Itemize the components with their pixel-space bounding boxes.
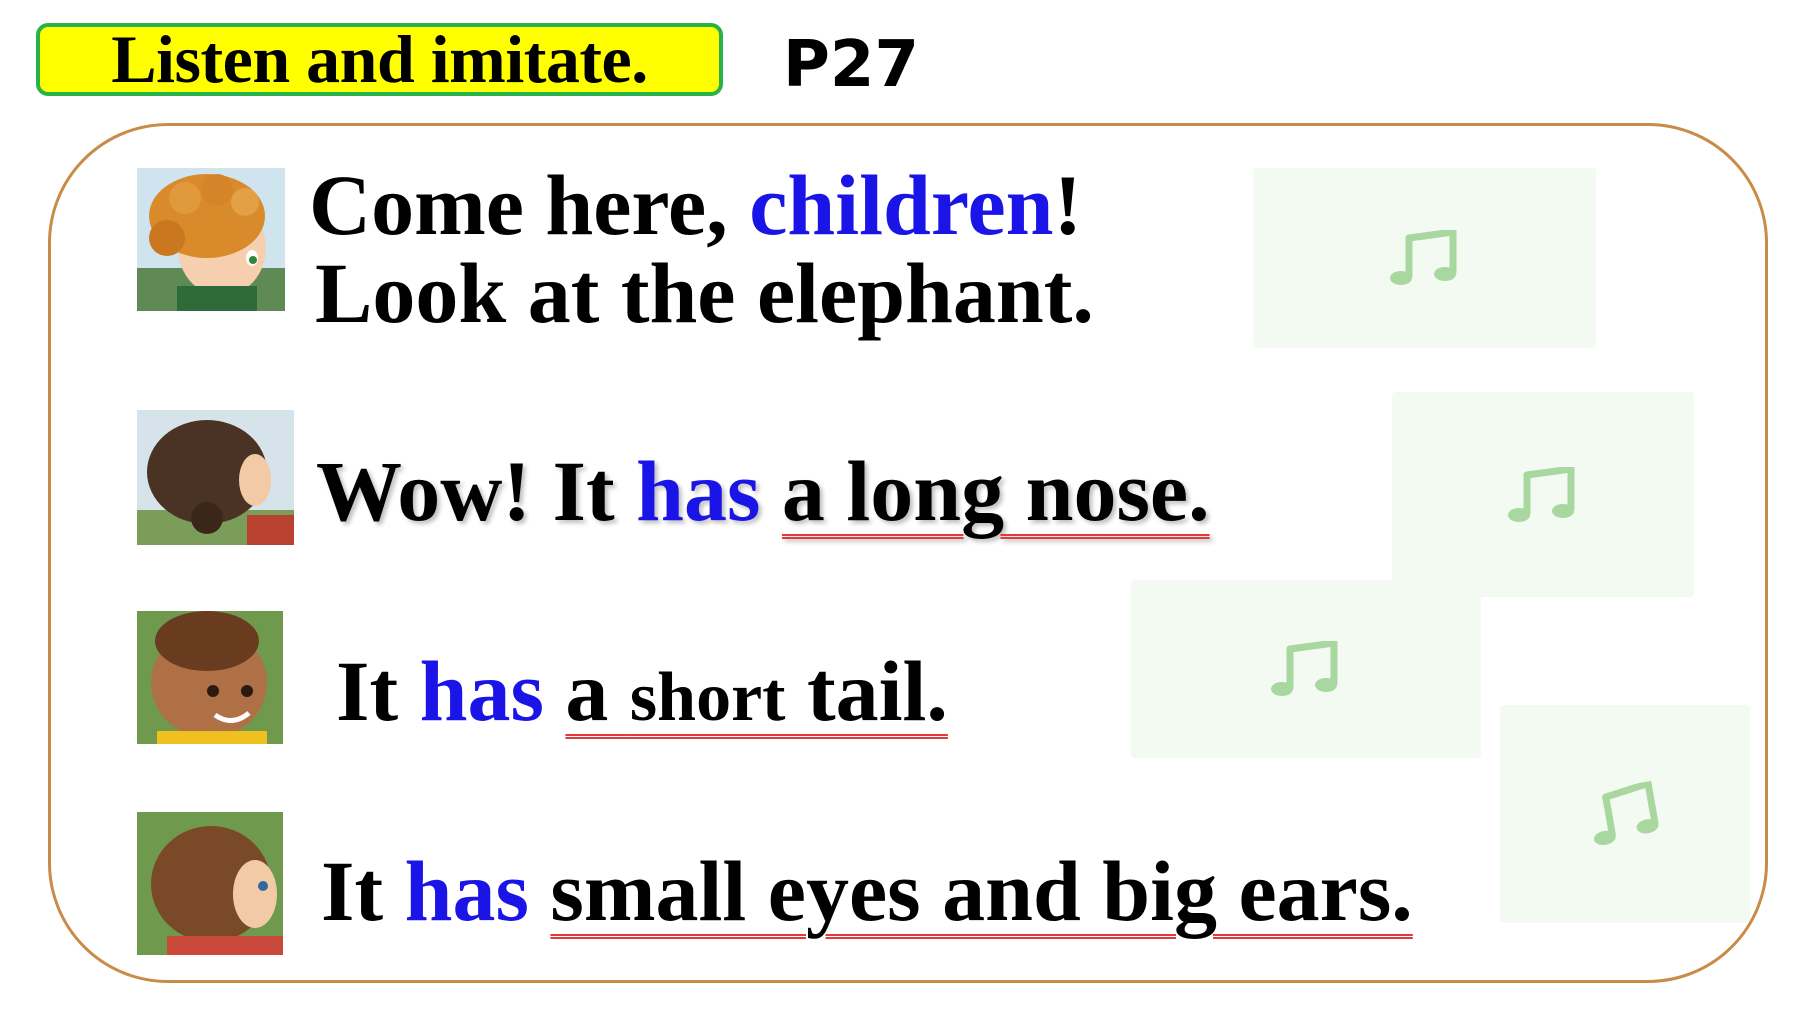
line-text: Look at the elephant. <box>315 245 1094 341</box>
underlined-word: a <box>565 643 630 739</box>
keyword-has: has <box>404 843 529 939</box>
music-note-icon <box>1271 641 1338 696</box>
line-text: Come here, <box>309 157 750 253</box>
underlined-word: short <box>629 659 786 736</box>
line-text: It <box>336 643 420 739</box>
audio-button-3[interactable] <box>1131 580 1481 758</box>
music-note-icon <box>1593 779 1659 846</box>
keyword-has: has <box>419 643 544 739</box>
line-text: Wow! It <box>316 443 637 539</box>
dialogue-line-5: It has small eyes and big ears. <box>321 848 1413 934</box>
boy-back-avatar <box>137 812 283 955</box>
keyword-has: has <box>636 443 761 539</box>
dialogue-line-4: It has a short tail. <box>336 648 948 734</box>
lesson-title: Listen and imitate. <box>111 21 648 97</box>
music-note-icon <box>1389 230 1456 285</box>
lesson-title-badge: Listen and imitate. <box>36 21 723 97</box>
line-text: ! <box>1053 157 1083 253</box>
line-text <box>544 643 566 739</box>
keyword-children: children <box>749 157 1054 253</box>
line-text <box>529 843 551 939</box>
line-text <box>760 443 782 539</box>
page-number: P27 <box>783 28 919 102</box>
audio-button-1[interactable] <box>1253 168 1596 348</box>
music-note-icon <box>1508 466 1575 522</box>
dialogue-line-3: Wow! It has a long nose. <box>316 448 1210 534</box>
dialogue-line-1: Come here, children! <box>309 162 1082 248</box>
girl-avatar <box>137 168 285 311</box>
underlined-phrase: a long nose. <box>781 443 1210 539</box>
boy-avatar <box>137 611 283 744</box>
girl-back-avatar <box>137 410 294 545</box>
line-text: It <box>321 843 405 939</box>
audio-button-2[interactable] <box>1392 392 1694 597</box>
underlined-phrase: a short tail. <box>565 643 948 739</box>
dialogue-line-2: Look at the elephant. <box>315 250 1094 336</box>
underlined-phrase: small eyes and big ears. <box>550 843 1413 939</box>
audio-button-4[interactable] <box>1500 705 1750 923</box>
underlined-word: tail. <box>785 643 948 739</box>
